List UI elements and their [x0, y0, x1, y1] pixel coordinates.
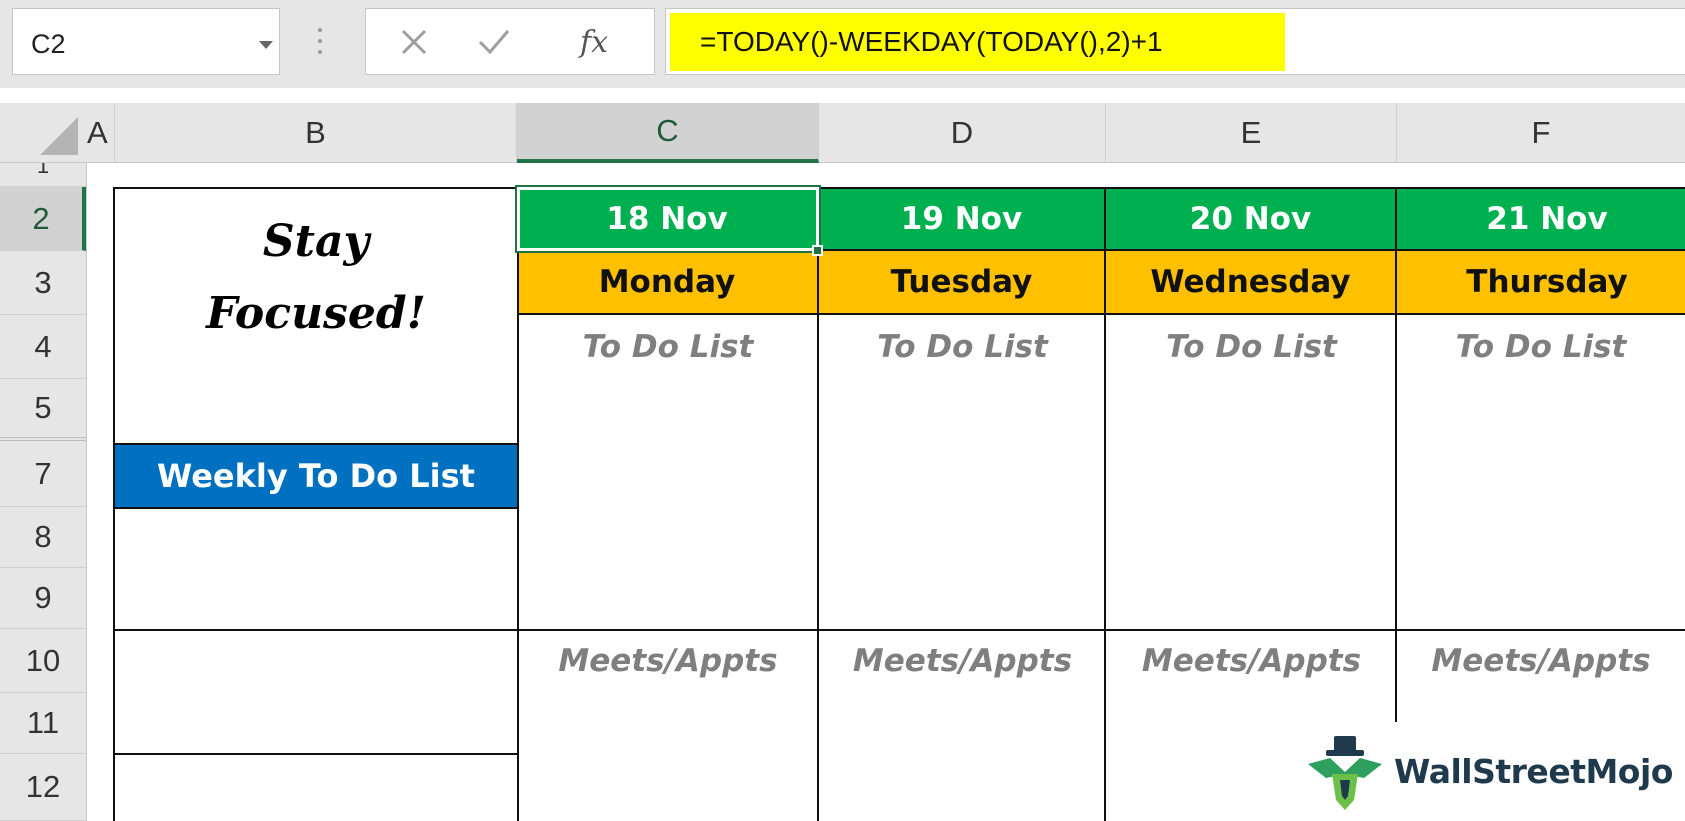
select-all-triangle-icon [40, 117, 78, 155]
date-cell-d2[interactable]: 19 Nov [819, 187, 1106, 251]
column-header-d[interactable]: D [819, 103, 1106, 163]
row-header-1[interactable]: 1 [0, 163, 86, 187]
weekday-cell-f3[interactable]: Thursday [1397, 251, 1685, 315]
meets-label-c10[interactable]: Meets/Appts [517, 630, 819, 692]
title-line-2: Focused! [206, 288, 426, 339]
row-header-12[interactable]: 12 [0, 754, 86, 821]
weekday-cell-c3[interactable]: Monday [517, 251, 819, 315]
column-header-f[interactable]: F [1397, 103, 1685, 163]
row-header-10[interactable]: 10 [0, 629, 86, 693]
row-headers: 1 2 3 4 5 7 8 9 10 11 12 [0, 163, 87, 821]
date-cell-f2[interactable]: 21 Nov [1397, 187, 1685, 251]
todo-label-d4[interactable]: To Do List [819, 315, 1106, 379]
date-cell-e2[interactable]: 20 Nov [1106, 187, 1397, 251]
row-header-7[interactable]: 7 [0, 441, 86, 507]
watermark-brand: WallStreetMojo [1394, 752, 1673, 791]
watermark: WallStreetMojo [1290, 722, 1685, 821]
border-c-right [817, 315, 819, 821]
row-header-11[interactable]: 11 [0, 693, 86, 754]
weekday-cell-e3[interactable]: Wednesday [1106, 251, 1397, 315]
close-icon[interactable] [386, 19, 442, 65]
meets-label-e10[interactable]: Meets/Appts [1106, 630, 1397, 692]
border-c-left [517, 187, 519, 821]
weekly-to-do-list-label[interactable]: Weekly To Do List [113, 443, 519, 509]
date-cell-c2[interactable]: 18 Nov [517, 187, 819, 251]
row-header-3[interactable]: 3 [0, 251, 86, 315]
meets-label-f10[interactable]: Meets/Appts [1397, 630, 1685, 692]
weekday-cell-d3[interactable]: Tuesday [819, 251, 1106, 315]
border-section-divider [517, 629, 1685, 631]
b-row-12-box[interactable] [113, 753, 519, 821]
column-header-e[interactable]: E [1106, 103, 1397, 163]
fx-label: fx [579, 24, 609, 60]
formula-highlight: =TODAY()-WEEKDAY(TODAY(),2)+1 [670, 13, 1285, 71]
wallstreetmojo-logo-icon [1304, 734, 1386, 814]
more-options-icon[interactable] [318, 28, 322, 58]
column-headers: A B C D E F [0, 103, 1685, 163]
row-header-2[interactable]: 2 [0, 187, 86, 251]
row-header-5[interactable]: 5 [0, 379, 86, 441]
row-header-9[interactable]: 9 [0, 568, 86, 629]
formula-bar: C2 fx =TODAY()-WEEKDAY(TODAY(),2)+1 [0, 0, 1685, 88]
name-box[interactable]: C2 [12, 8, 280, 75]
row-header-8[interactable]: 8 [0, 507, 86, 568]
select-all-corner[interactable] [0, 103, 85, 163]
meets-label-d10[interactable]: Meets/Appts [819, 630, 1106, 692]
check-icon[interactable] [466, 19, 522, 65]
border-d-right [1104, 315, 1106, 821]
b-rows-10-11-box[interactable] [113, 629, 519, 755]
title-text-block: Stay Focused! [115, 203, 517, 353]
insert-function-button[interactable]: fx [566, 19, 622, 65]
column-header-b[interactable]: B [115, 103, 517, 163]
formula-buttons-group: fx [365, 8, 655, 75]
todo-label-e4[interactable]: To Do List [1106, 315, 1397, 379]
fill-handle[interactable] [812, 245, 823, 256]
chevron-down-icon[interactable] [259, 41, 273, 49]
row-header-4[interactable]: 4 [0, 315, 86, 379]
todo-label-c4[interactable]: To Do List [517, 315, 819, 379]
formula-input[interactable]: =TODAY()-WEEKDAY(TODAY(),2)+1 [665, 8, 1685, 75]
formula-text: =TODAY()-WEEKDAY(TODAY(),2)+1 [700, 26, 1163, 57]
name-box-value: C2 [31, 29, 66, 59]
b-rows-8-9-box[interactable] [113, 507, 519, 631]
column-header-a[interactable]: A [85, 103, 115, 163]
title-line-1: Stay [262, 216, 370, 267]
todo-label-f4[interactable]: To Do List [1397, 315, 1685, 379]
column-header-c[interactable]: C [517, 103, 819, 163]
